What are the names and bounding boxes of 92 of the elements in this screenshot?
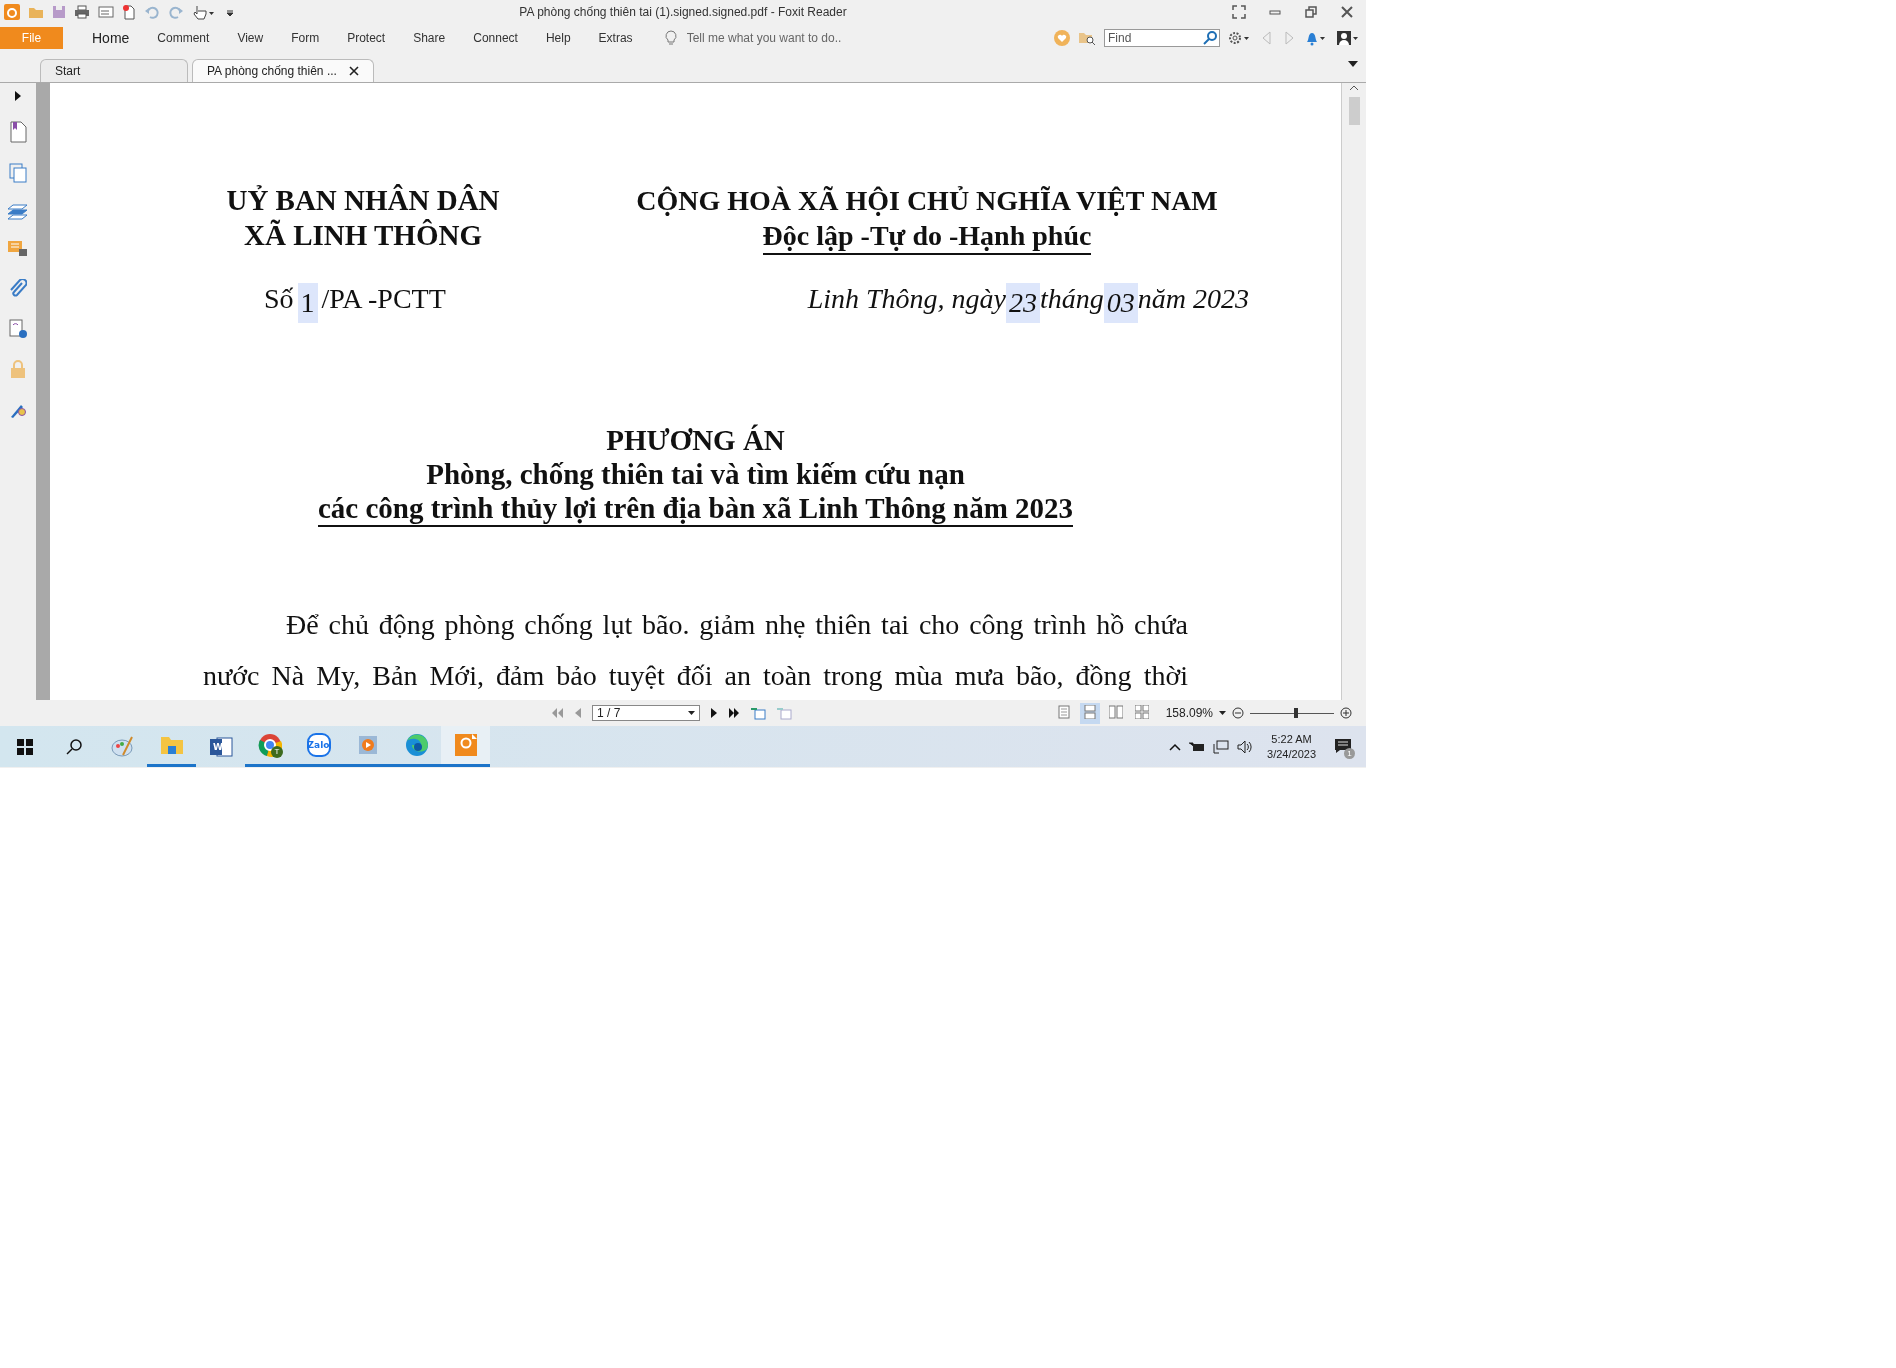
network-icon[interactable] xyxy=(1213,739,1230,754)
battery-plug-icon[interactable] xyxy=(1189,740,1206,753)
zoom-level[interactable]: 158.09% xyxy=(1165,706,1213,720)
menu-tab[interactable]: Connect xyxy=(459,27,532,49)
dropdown-caret-icon[interactable] xyxy=(688,710,695,716)
continuous-facing-icon[interactable] xyxy=(1134,704,1149,719)
menu-tab[interactable]: Comment xyxy=(143,27,224,49)
folder-search-icon[interactable] xyxy=(1078,30,1096,46)
paperclip-icon[interactable] xyxy=(9,279,27,299)
word-icon[interactable] xyxy=(208,735,233,758)
app-icon-label: W xyxy=(213,741,223,752)
page-number-field[interactable]: 1 / 7 xyxy=(592,705,700,721)
layers-icon[interactable] xyxy=(8,203,28,221)
form-field[interactable]: 1 xyxy=(297,283,318,323)
clock-time[interactable]: 5:22 AM xyxy=(1271,731,1312,747)
document-title: Phòng, chống thiên tai và tìm kiếm cứu nạn xyxy=(426,458,965,490)
previous-page-icon[interactable] xyxy=(574,707,582,719)
next-page-icon[interactable] xyxy=(710,707,718,719)
tell-me-field[interactable]: Tell me what you want to do.. xyxy=(684,30,889,46)
document-text: Linh Thông, ngày xyxy=(807,283,1006,316)
document-tab[interactable]: Start xyxy=(40,59,188,82)
body-paragraph: Để chủ động phòng chống lụt bão. giảm nhẹ thiên tai cho công trình hồ chứa nước Nà My, Bản Mới, đảm bảo tuyệt đối an toàn trong mùa mưa bão, đồng thời xyxy=(203,608,1188,693)
app-logo-icon[interactable] xyxy=(4,4,20,20)
settings-icon[interactable] xyxy=(1228,30,1252,46)
menu-tab[interactable]: Form xyxy=(277,27,334,49)
document-text: /PA -PCTT xyxy=(321,283,446,316)
restore-icon[interactable] xyxy=(1304,5,1318,19)
media-player-icon[interactable] xyxy=(356,734,379,756)
document-title: PHƯƠNG ÁN xyxy=(606,424,785,456)
scrollbar-thumb[interactable] xyxy=(1348,97,1360,125)
previous-view-icon[interactable] xyxy=(750,706,766,720)
document-text: năm 2023 xyxy=(1137,283,1249,316)
zoom-slider-thumb[interactable] xyxy=(1294,707,1299,718)
close-icon[interactable] xyxy=(1340,5,1354,19)
windows-start-icon[interactable] xyxy=(16,738,33,755)
bookmark-icon[interactable] xyxy=(9,121,27,143)
document-text: Số xyxy=(264,283,294,316)
form-field[interactable]: 03 xyxy=(1103,283,1138,323)
menu-tab[interactable]: Protect xyxy=(333,27,400,49)
lightbulb-icon[interactable] xyxy=(664,30,677,46)
document-text: tháng xyxy=(1040,283,1104,316)
taskbar-button[interactable]: Zalo xyxy=(294,726,343,767)
ribbon-collapse-icon[interactable] xyxy=(1348,60,1358,68)
last-page-icon[interactable] xyxy=(728,707,740,719)
document-title: các công trình thủy lợi trên địa bàn xã Linh Thông năm 2023 xyxy=(317,491,1074,527)
folder-icon[interactable] xyxy=(159,734,184,756)
expand-panel-icon[interactable] xyxy=(14,91,22,101)
taskbar-button[interactable] xyxy=(441,726,490,767)
zoom-out-icon[interactable] xyxy=(1232,707,1244,719)
bell-icon[interactable] xyxy=(1304,30,1328,46)
menu-tab[interactable]: Share xyxy=(399,27,460,49)
full-screen-icon[interactable] xyxy=(1232,5,1246,19)
volume-icon[interactable] xyxy=(1237,739,1254,754)
signature-icon[interactable] xyxy=(9,319,27,339)
notifications-icon[interactable] xyxy=(1334,737,1352,754)
continuous-page-icon[interactable] xyxy=(1082,704,1097,719)
window-title: PA phòng chống thiên tai (1).signed.signed.pdf - Foxit Reader xyxy=(519,5,847,19)
taskbar-button[interactable]: T xyxy=(245,726,294,767)
menu-tab[interactable]: View xyxy=(223,27,278,49)
clock-date[interactable]: 3/24/2023 xyxy=(1267,746,1316,762)
edge-browser-icon[interactable] xyxy=(404,733,429,757)
pages-icon[interactable] xyxy=(9,163,27,183)
zoom-in-icon[interactable] xyxy=(1340,707,1352,719)
new-document-icon[interactable] xyxy=(122,4,136,20)
taskbar-button[interactable]: W xyxy=(196,726,245,767)
form-field[interactable]: 23 xyxy=(1006,283,1040,323)
document-tab[interactable]: PA phòng chống thiên ... xyxy=(192,59,374,82)
print-icon[interactable] xyxy=(74,5,90,19)
find-field[interactable]: Find xyxy=(1104,29,1220,47)
account-icon[interactable] xyxy=(1336,30,1360,46)
first-page-icon[interactable] xyxy=(552,707,564,719)
document-text: Độc lập -Tự do -Hạnh phúc xyxy=(762,218,1092,255)
app-icon-label: Zalo xyxy=(307,740,330,750)
chevron-up-icon[interactable] xyxy=(1169,742,1182,751)
save-icon[interactable] xyxy=(52,5,66,19)
pdf-app-icon[interactable] xyxy=(453,733,478,757)
document-text: UỶ BAN NHÂN DÂN xyxy=(226,183,500,218)
scroll-up-icon[interactable] xyxy=(1349,83,1359,93)
dropdown-caret-icon[interactable] xyxy=(1219,710,1226,716)
menu-tab[interactable]: Home xyxy=(78,27,144,49)
scan-icon[interactable] xyxy=(98,5,114,19)
menu-tab[interactable]: Help xyxy=(531,27,585,49)
close-icon[interactable] xyxy=(348,66,359,76)
menu-tab[interactable]: Extras xyxy=(584,27,647,49)
notification-count: 1 xyxy=(1344,747,1355,759)
document-text: XÃ LINH THÔNG xyxy=(244,218,482,253)
comments-icon[interactable] xyxy=(8,241,28,259)
facing-pages-icon[interactable] xyxy=(1108,704,1123,719)
search-icon[interactable] xyxy=(65,738,82,755)
document-text: CỘNG HOÀ XÃ HỘI CHỦ NGHĨA VIỆT NAM xyxy=(636,184,1218,218)
chat-app-icon[interactable] xyxy=(306,733,331,757)
palette-icon[interactable] xyxy=(110,734,135,759)
